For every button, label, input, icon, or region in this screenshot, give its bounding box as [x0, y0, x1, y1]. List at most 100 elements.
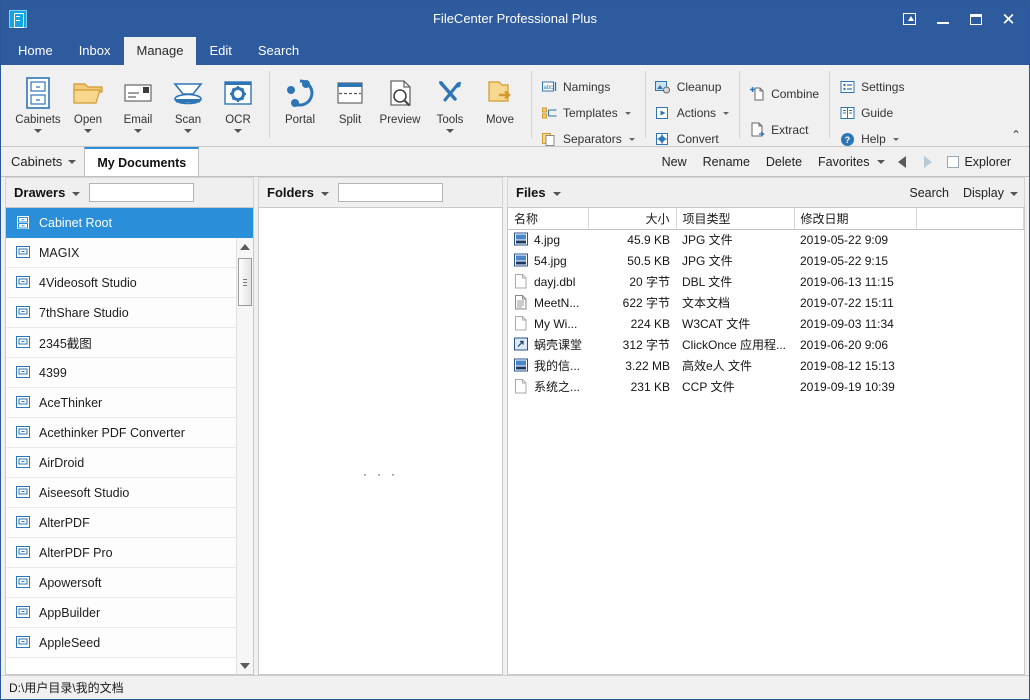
drawer-item-appbuilder[interactable]: AppBuilder: [6, 598, 253, 628]
drawers-pane: Drawers Cab: [5, 177, 254, 675]
cleanup-button[interactable]: Cleanup: [651, 74, 733, 100]
file-name-text: 系统之...: [534, 378, 580, 395]
chevron-down-icon[interactable]: [877, 160, 885, 164]
drawer-item-apowersoft[interactable]: Apowersoft: [6, 568, 253, 598]
drawers-search-input[interactable]: [89, 183, 194, 202]
scroll-up-button[interactable]: [237, 238, 253, 255]
column-header-type[interactable]: 项目类型: [676, 208, 794, 229]
drawers-pane-header: Drawers: [5, 177, 254, 207]
folders-search-input[interactable]: [338, 183, 443, 202]
files-display-button[interactable]: Display: [956, 186, 1008, 200]
navigate-back-button[interactable]: [898, 156, 906, 168]
new-button[interactable]: New: [654, 155, 695, 169]
status-bar: D:\用户目录\我的文档: [1, 675, 1029, 699]
drawer-item-label: AceThinker: [39, 396, 102, 410]
scan-button[interactable]: Scan: [163, 71, 213, 133]
ribbon-tab-edit[interactable]: Edit: [196, 37, 244, 65]
drawer-item-magix[interactable]: MAGIX: [6, 238, 253, 268]
split-button[interactable]: Split: [325, 71, 375, 126]
chevron-down-icon[interactable]: [84, 129, 92, 133]
chevron-down-icon[interactable]: [893, 138, 899, 141]
file-size-cell: 45.9 KB: [588, 229, 676, 250]
drawer-item-appleseed[interactable]: AppleSeed: [6, 628, 253, 658]
open-button[interactable]: Open: [63, 71, 113, 133]
delete-button[interactable]: Delete: [758, 155, 810, 169]
drawer-item-2345jietu[interactable]: 2345截图: [6, 328, 253, 358]
column-header-size[interactable]: 大小: [588, 208, 676, 229]
favorites-button[interactable]: Favorites: [810, 155, 877, 169]
ribbon-tab-search[interactable]: Search: [245, 37, 312, 65]
chevron-down-icon[interactable]: [234, 129, 242, 133]
drawers-scrollbar[interactable]: [236, 238, 253, 674]
table-row[interactable]: 4.jpg 45.9 KB JPG 文件 2019-05-22 9:09: [508, 229, 1024, 250]
drawer-item-7thshare-studio[interactable]: 7thShare Studio: [6, 298, 253, 328]
move-button[interactable]: Move: [475, 71, 525, 126]
actions-button[interactable]: Actions: [651, 100, 733, 126]
portal-button[interactable]: Portal: [275, 71, 325, 126]
collapse-ribbon-button[interactable]: ⌃: [1011, 128, 1021, 142]
chevron-down-icon[interactable]: [553, 192, 561, 196]
column-header-modified[interactable]: 修改日期: [794, 208, 916, 229]
chevron-down-icon[interactable]: [134, 129, 142, 133]
scrollbar-thumb[interactable]: [238, 258, 252, 306]
table-row[interactable]: MeetN... 622 字节 文本文档 2019-07-22 15:11: [508, 292, 1024, 313]
chevron-down-icon[interactable]: [34, 129, 42, 133]
chevron-down-icon[interactable]: [184, 129, 192, 133]
drawer-item-cabinet-root[interactable]: Cabinet Root: [6, 208, 253, 238]
email-button[interactable]: Email: [113, 71, 163, 133]
table-row[interactable]: 蜗壳课堂 312 字节 ClickOnce 应用程... 2019-06-20 …: [508, 334, 1024, 355]
preview-button[interactable]: Preview: [375, 71, 425, 126]
table-row[interactable]: 我的信... 3.22 MB 高效e人 文件 2019-08-12 15:13: [508, 355, 1024, 376]
explorer-label[interactable]: Explorer: [964, 155, 1019, 169]
drawer-item-aiseesoft-studio[interactable]: Aiseesoft Studio: [6, 478, 253, 508]
ribbon-tab-inbox[interactable]: Inbox: [66, 37, 124, 65]
file-name-text: 4.jpg: [534, 233, 560, 247]
table-row[interactable]: dayj.dbl 20 字节 DBL 文件 2019-06-13 11:15: [508, 271, 1024, 292]
explorer-checkbox[interactable]: [947, 156, 959, 168]
settings-button[interactable]: Settings: [835, 74, 908, 100]
drawer-item-4videosoft-studio[interactable]: 4Videosoft Studio: [6, 268, 253, 298]
drawer-item-acethinker[interactable]: AceThinker: [6, 388, 253, 418]
ribbon-tab-manage[interactable]: Manage: [124, 37, 197, 65]
table-row[interactable]: My Wi... 224 KB W3CAT 文件 2019-09-03 11:3…: [508, 313, 1024, 334]
guide-button[interactable]: Guide: [835, 100, 908, 126]
cabinet-tab-my-documents[interactable]: My Documents: [84, 147, 199, 176]
file-name-cell: dayj.dbl: [508, 271, 588, 292]
cabinets-button[interactable]: Cabinets: [13, 71, 63, 133]
drawer-item-alterpdf-pro[interactable]: AlterPDF Pro: [6, 538, 253, 568]
chevron-down-icon[interactable]: [723, 112, 729, 115]
export-button[interactable]: [893, 4, 926, 34]
tools-button[interactable]: Tools: [425, 71, 475, 133]
chevron-down-icon[interactable]: [1010, 192, 1018, 196]
folders-pane-body[interactable]: · · ·: [258, 207, 503, 675]
scroll-down-button[interactable]: [237, 657, 253, 674]
chevron-down-icon[interactable]: [68, 160, 76, 164]
templates-button[interactable]: Templates: [537, 100, 639, 126]
chevron-down-icon[interactable]: [72, 192, 80, 196]
ocr-button[interactable]: OCR: [213, 71, 263, 133]
table-row[interactable]: 系统之... 231 KB CCP 文件 2019-09-19 10:39: [508, 376, 1024, 397]
drawer-item-acethinker-pdf-converter[interactable]: Acethinker PDF Converter: [6, 418, 253, 448]
ribbon-group-pages: Combine Extract: [739, 65, 829, 146]
blank-file-icon: [514, 316, 528, 331]
navigate-forward-button[interactable]: [924, 156, 932, 168]
table-row[interactable]: 54.jpg 50.5 KB JPG 文件 2019-05-22 9:15: [508, 250, 1024, 271]
extract-button[interactable]: Extract: [745, 117, 823, 143]
close-button[interactable]: ✕: [992, 4, 1025, 34]
minimize-button[interactable]: [926, 4, 959, 34]
drawer-item-alterpdf[interactable]: AlterPDF: [6, 508, 253, 538]
drawer-item-4399[interactable]: 4399: [6, 358, 253, 388]
maximize-button[interactable]: [959, 4, 992, 34]
chevron-down-icon[interactable]: [446, 129, 454, 133]
chevron-down-icon[interactable]: [321, 192, 329, 196]
rename-button[interactable]: Rename: [695, 155, 758, 169]
drawer-item-airdroid[interactable]: AirDroid: [6, 448, 253, 478]
files-search-button[interactable]: Search: [902, 186, 956, 200]
namings-button[interactable]: abc Namings: [537, 74, 639, 100]
column-header-name[interactable]: 名称: [508, 208, 588, 229]
ribbon-tab-home[interactable]: Home: [5, 37, 66, 65]
chevron-down-icon[interactable]: [629, 138, 635, 141]
cabinets-dropdown-label[interactable]: Cabinets: [1, 147, 68, 176]
chevron-down-icon[interactable]: [625, 112, 631, 115]
combine-button[interactable]: Combine: [745, 81, 823, 107]
